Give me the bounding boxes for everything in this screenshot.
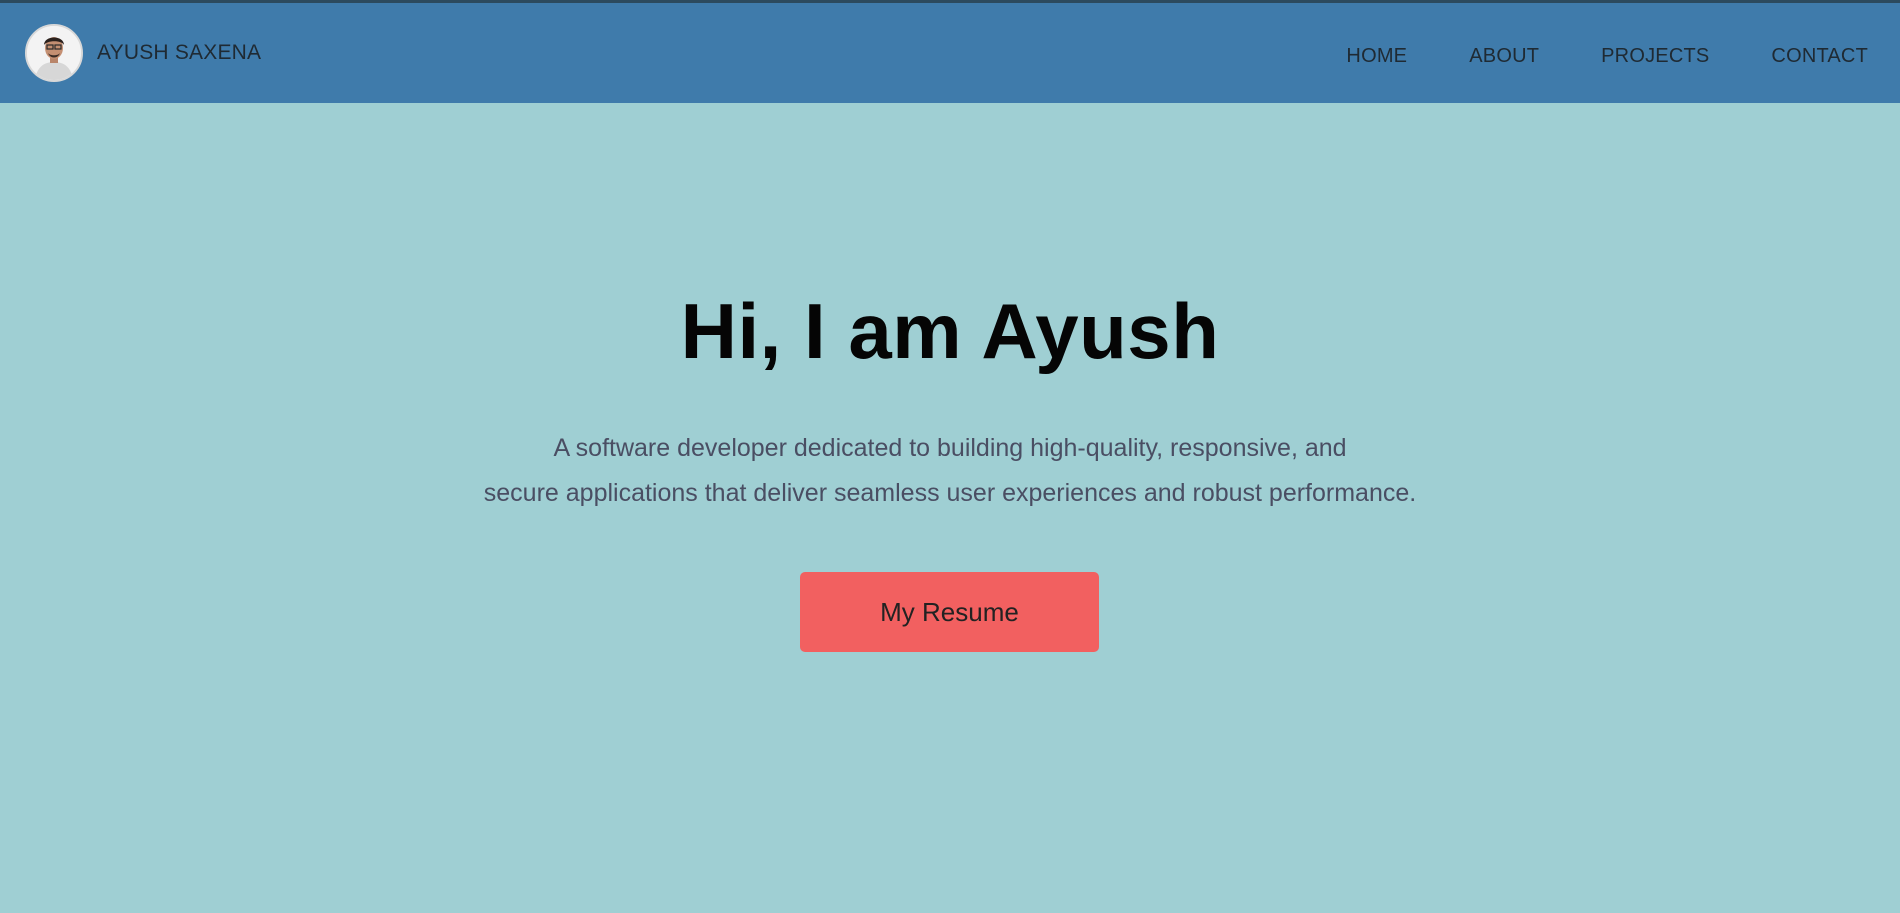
brand-name[interactable]: AYUSH SAXENA: [97, 41, 261, 65]
nav-links: HOME ABOUT PROJECTS CONTACT: [1284, 43, 1868, 69]
nav-home[interactable]: HOME: [1346, 43, 1407, 69]
resume-button[interactable]: My Resume: [800, 572, 1099, 652]
navbar: AYUSH SAXENA HOME ABOUT PROJECTS CONTACT: [0, 0, 1900, 103]
profile-photo-icon: [27, 26, 81, 80]
nav-about[interactable]: ABOUT: [1469, 43, 1539, 69]
hero-description-line-1: A software developer dedicated to buildi…: [553, 434, 1347, 462]
brand[interactable]: AYUSH SAXENA: [25, 23, 261, 83]
nav-contact[interactable]: CONTACT: [1771, 43, 1868, 69]
hero-title: Hi, I am Ayush: [680, 287, 1220, 375]
hero-description-line-2: secure applications that deliver seamles…: [483, 479, 1417, 507]
hero-description: A software developer dedicated to buildi…: [0, 426, 1900, 516]
avatar: [25, 24, 83, 82]
nav-projects[interactable]: PROJECTS: [1601, 43, 1709, 69]
